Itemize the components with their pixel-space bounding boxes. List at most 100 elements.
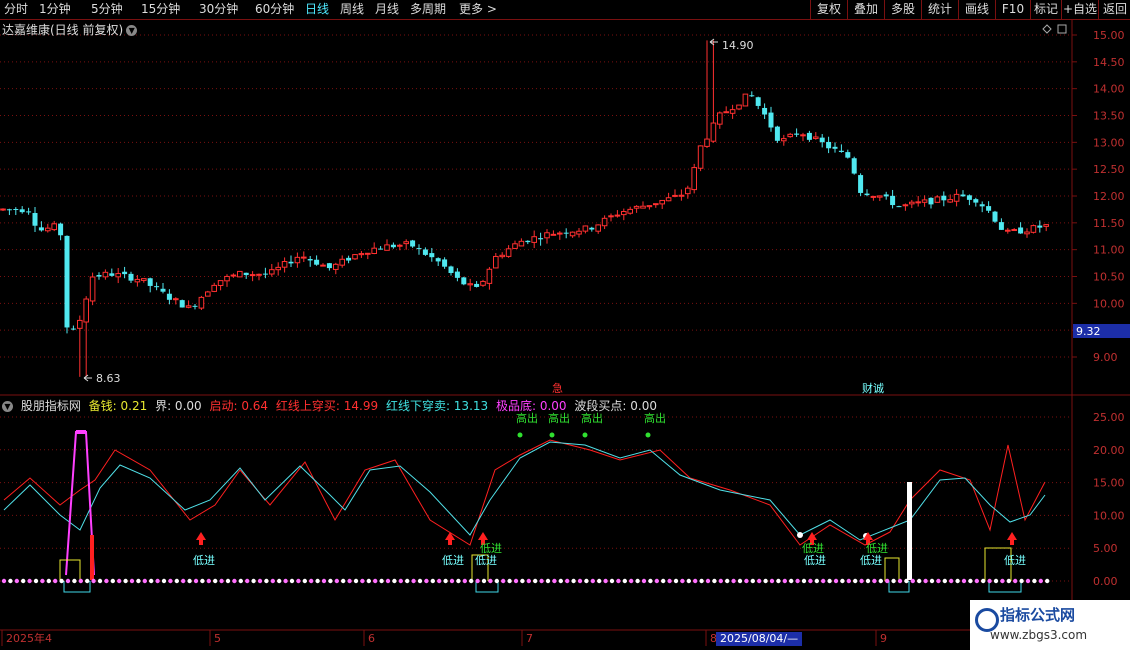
candle-body — [448, 266, 454, 273]
baseline-dot — [219, 578, 224, 584]
baseline-dot — [993, 578, 999, 584]
baseline-dot — [213, 578, 218, 584]
candle-body — [646, 205, 653, 208]
candle-body — [966, 195, 972, 200]
baseline-dot — [507, 578, 512, 584]
candle-body — [58, 223, 64, 236]
baseline-dot — [136, 578, 141, 584]
candle-body — [845, 152, 851, 158]
candle-body — [902, 204, 909, 207]
baseline-dot — [1045, 578, 1050, 584]
baseline-dot — [181, 578, 186, 584]
candle-body — [563, 232, 569, 234]
candle-body — [365, 252, 371, 255]
candle-body — [198, 296, 205, 309]
baseline-dot — [27, 578, 32, 584]
candle-body — [960, 194, 966, 197]
baseline-dot — [673, 578, 679, 584]
baseline-dot — [635, 578, 640, 584]
baseline-dot — [705, 578, 711, 584]
baseline-dot — [270, 578, 275, 584]
candle-body — [301, 256, 307, 259]
baseline-dot — [917, 578, 922, 584]
candle-body — [416, 248, 422, 250]
candle-body — [633, 205, 640, 209]
baseline-dot — [629, 578, 634, 584]
candle-body — [269, 269, 275, 275]
baseline-dot — [78, 578, 84, 584]
baseline-dot — [430, 578, 435, 584]
baseline-dot — [520, 578, 525, 584]
yellow-step — [59, 559, 81, 581]
baseline-dot — [974, 578, 979, 584]
baseline-dot — [725, 578, 730, 584]
candle-body — [557, 232, 563, 235]
baseline-dot — [379, 578, 384, 584]
low-buy-label: 低进 — [442, 554, 464, 567]
baseline-dot — [341, 578, 346, 584]
baseline-dot — [846, 578, 851, 584]
baseline-dot — [565, 578, 570, 584]
candle-body — [979, 204, 985, 207]
baseline-dot — [232, 578, 237, 584]
candle-body — [890, 195, 896, 206]
chevron-down-icon[interactable]: ▼ — [126, 25, 138, 36]
candle-body — [883, 194, 889, 197]
baseline-dot — [245, 578, 250, 584]
candle-body — [13, 208, 19, 210]
baseline-dot — [309, 578, 314, 584]
baseline-dot — [961, 578, 967, 584]
candle-body — [768, 112, 774, 128]
baseline-dot — [424, 578, 429, 584]
candle-body — [755, 97, 761, 106]
baseline-dot — [264, 578, 269, 584]
candle-body — [858, 175, 864, 193]
baseline-dot — [296, 578, 301, 584]
top-signal-dot — [517, 432, 523, 438]
baseline-dot — [353, 578, 359, 584]
low-buy-label: 低进 — [480, 542, 502, 555]
baseline-dot — [33, 578, 39, 584]
candle-body — [294, 256, 301, 264]
cursor-date-box: 2025/08/04/— — [716, 632, 803, 646]
candle-body — [697, 145, 704, 169]
baseline-dot — [200, 578, 205, 584]
candle-body — [486, 268, 493, 284]
candle-body — [89, 276, 96, 302]
candle-body — [19, 209, 25, 213]
baseline-dot — [821, 578, 826, 584]
baseline-dot — [334, 578, 339, 584]
candle-body — [333, 263, 339, 270]
baseline-dot — [257, 578, 263, 584]
candle-body — [192, 305, 198, 307]
candle-body — [653, 203, 659, 206]
candle-body — [384, 244, 390, 251]
candle-body — [249, 274, 256, 277]
baseline-dot — [526, 578, 531, 584]
indicator-name[interactable]: 股朋指标网 — [21, 399, 81, 413]
candle-body — [230, 274, 237, 277]
baseline-dot — [225, 578, 231, 584]
baseline-dot — [789, 578, 794, 584]
baseline-dot — [622, 578, 627, 584]
baseline-dot — [174, 578, 179, 584]
baseline-dot — [776, 578, 781, 584]
chevron-down-icon[interactable]: ▼ — [2, 401, 13, 412]
candle-body — [915, 201, 922, 204]
candle-body — [262, 273, 268, 275]
ind-tick-label: 5.00 — [1093, 542, 1118, 555]
candle-body — [934, 196, 941, 203]
candle-body — [403, 241, 409, 245]
baseline-dot — [763, 578, 768, 584]
date-label: 7 — [526, 632, 533, 645]
candle-body — [832, 146, 838, 149]
baseline-dot — [411, 578, 416, 584]
baseline-dot — [833, 578, 839, 584]
candle-body — [102, 271, 109, 278]
white-bar — [907, 482, 912, 580]
baseline-dot — [392, 578, 397, 584]
chart-area[interactable]: 15.00 14.50 14.00 13.50 13.00 12.50 12.00 11.50… — [0, 0, 1130, 650]
candle-body — [608, 215, 614, 218]
baseline-dot — [251, 578, 256, 584]
annotation-mark: 财诚 — [862, 381, 884, 395]
